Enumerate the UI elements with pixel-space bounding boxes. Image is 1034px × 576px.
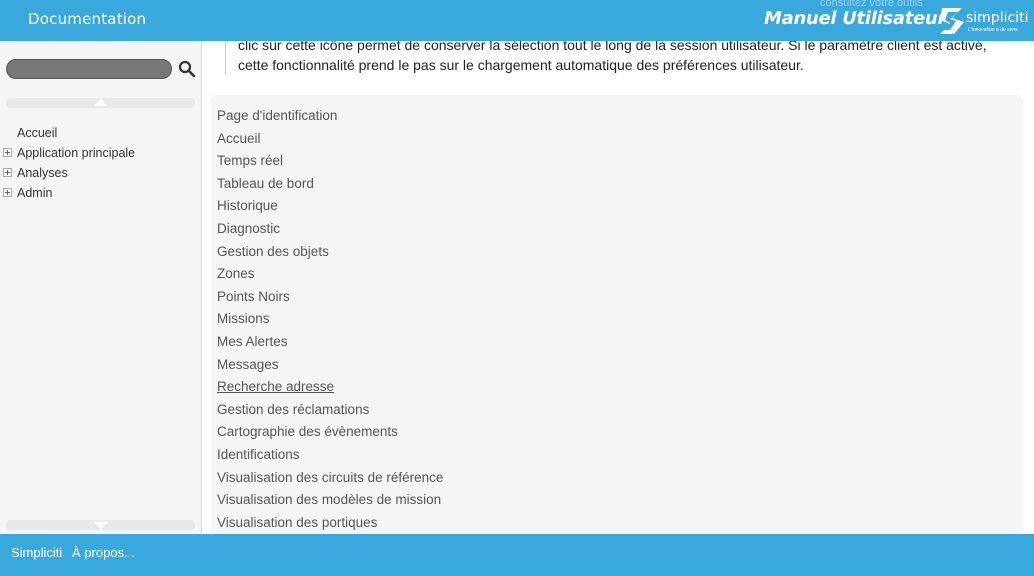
simpliciti-logo: simpliciti L'innovation a du sens — [938, 4, 1030, 38]
sidebar-scroll-up[interactable] — [6, 98, 195, 108]
app-title: Documentation — [28, 10, 147, 28]
expand-plus-icon[interactable] — [3, 188, 12, 197]
toc-link[interactable]: Gestion des objets — [217, 241, 443, 264]
table-of-contents: Page d'identification Accueil Temps réel… — [211, 95, 1023, 534]
tree-item-label: Application principale — [17, 146, 136, 160]
toc-link[interactable]: Gestion des réclamations — [217, 399, 443, 422]
intro-line-1: clic sur cette icône permet de conserver… — [238, 41, 987, 53]
tree-item-label: Accueil — [17, 126, 58, 140]
main-content: clic sur cette icône permet de conserver… — [202, 41, 1034, 534]
tree-item-label: Analyses — [17, 166, 68, 180]
toc-link[interactable]: Cartographie des évènements — [217, 421, 443, 444]
toc-list: Page d'identification Accueil Temps réel… — [217, 105, 443, 534]
search-input[interactable] — [6, 59, 172, 79]
expand-plus-icon[interactable] — [3, 148, 12, 157]
logo-tagline: L'innovation a du sens — [968, 27, 1018, 33]
toc-link[interactable]: Mes Alertes — [217, 331, 443, 354]
toc-link[interactable]: Tableau de bord — [217, 173, 443, 196]
footer-bar: Simpliciti À propos... — [0, 534, 1034, 576]
toc-link[interactable]: Zones — [217, 263, 443, 286]
toc-link[interactable]: Visualisation des circuits de référence — [217, 467, 443, 490]
manual-title: Manuel Utilisateur — [764, 8, 947, 29]
toc-link[interactable]: Recherche adresse — [217, 376, 443, 399]
logo-wordmark: simpliciti — [966, 10, 1029, 26]
sidebar: Accueil Application principale Analyses … — [0, 41, 202, 534]
expand-plus-icon[interactable] — [3, 168, 12, 177]
sidebar-scroll-down[interactable] — [6, 520, 195, 530]
search-icon[interactable] — [178, 60, 196, 78]
scroll-up-arrow-icon — [94, 99, 108, 106]
intro-line-2: cette fonctionnalité prend le pas sur le… — [238, 57, 804, 73]
toc-link[interactable]: Accueil — [217, 128, 443, 151]
toc-link[interactable]: Points Noirs — [217, 286, 443, 309]
toc-link[interactable]: Messages — [217, 354, 443, 377]
navigation-tree: Accueil Application principale Analyses … — [0, 124, 200, 204]
toc-link[interactable]: Historique — [217, 195, 443, 218]
tree-item-accueil[interactable]: Accueil — [0, 124, 200, 144]
tree-item-application-principale[interactable]: Application principale — [0, 144, 200, 164]
footer-link-about[interactable]: À propos... — [72, 545, 135, 560]
toc-link[interactable]: Visualisation des portiques — [217, 512, 443, 534]
footer-link-simpliciti[interactable]: Simpliciti — [11, 545, 62, 560]
toc-link[interactable]: Diagnostic — [217, 218, 443, 241]
tree-item-analyses[interactable]: Analyses — [0, 164, 200, 184]
toc-link[interactable]: Visualisation des modèles de mission — [217, 489, 443, 512]
toc-link[interactable]: Identifications — [217, 444, 443, 467]
toc-link[interactable]: Page d'identification — [217, 105, 443, 128]
intro-note: clic sur cette icône permet de conserver… — [225, 41, 1034, 75]
tree-item-admin[interactable]: Admin — [0, 184, 200, 204]
toc-link[interactable]: Missions — [217, 308, 443, 331]
scroll-down-arrow-icon — [94, 522, 108, 529]
header-bar: Documentation consultez votre outils Man… — [0, 0, 1034, 41]
tree-item-label: Admin — [17, 186, 53, 200]
logo-s-icon — [940, 8, 964, 34]
toc-link[interactable]: Temps réel — [217, 150, 443, 173]
